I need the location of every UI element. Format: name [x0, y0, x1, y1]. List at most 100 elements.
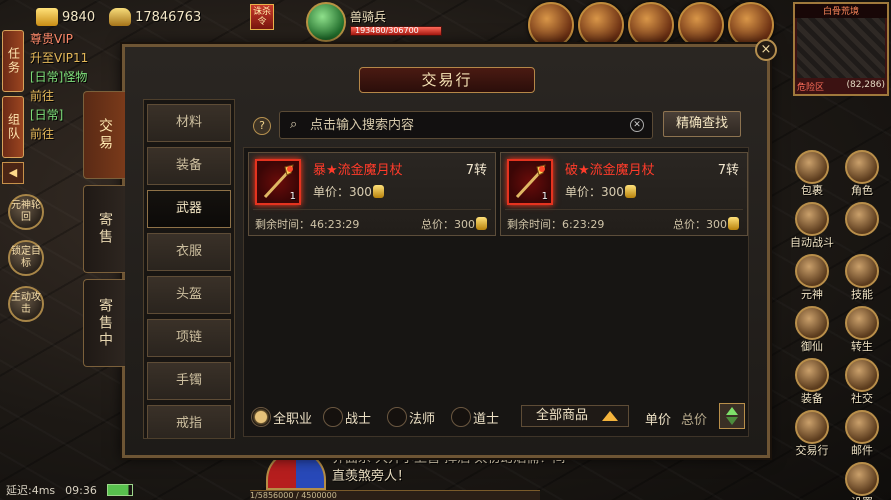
- activity-icon[interactable]: [628, 2, 674, 48]
- auto-attack-button[interactable]: 主动攻击: [8, 286, 44, 322]
- chat-line: 直羡煞旁人！: [332, 469, 411, 484]
- category-necklace[interactable]: 项链: [147, 319, 231, 357]
- activity-icon[interactable]: [678, 2, 724, 48]
- ingot-count: 9840: [62, 9, 96, 25]
- category-helmet[interactable]: 头盔: [147, 276, 231, 314]
- class-filter-taoist[interactable]: 道士: [451, 407, 499, 427]
- listing-card[interactable]: 1 破★流金魔月杖 7转 单价：300 剩余时间：6:23:29 总价：300: [500, 152, 748, 236]
- tab-trade[interactable]: 交易: [83, 91, 125, 179]
- target-avatar: [306, 2, 346, 42]
- clear-icon[interactable]: ✕: [630, 118, 644, 132]
- tab-consign[interactable]: 寄售: [83, 185, 125, 273]
- diamond-icon: [845, 202, 879, 236]
- minimap-title: 白骨荒境: [795, 4, 887, 18]
- soul-button[interactable]: 元神: [787, 254, 837, 302]
- help-icon[interactable]: ?: [253, 117, 271, 135]
- sort-order-button[interactable]: [719, 403, 745, 429]
- lock-target-button[interactable]: 锁定目标: [8, 240, 44, 276]
- unit-price: 单价：300: [313, 183, 384, 200]
- panel-title: 交易行: [359, 67, 535, 93]
- rebirth-icon: [845, 306, 879, 340]
- category-clothes[interactable]: 衣服: [147, 233, 231, 271]
- sort-by-total-price[interactable]: 总价: [681, 409, 707, 428]
- target-hp-text: 193480/306700: [355, 26, 419, 35]
- minimap[interactable]: 白骨荒境 危险区 (82,286): [793, 2, 889, 96]
- extra-menu-button[interactable]: [837, 202, 887, 250]
- right-menu-buttons: 包裹 角色 自动战斗 元神 技能 御仙 转生 装备 社交 交易行 邮件 设置: [787, 150, 887, 500]
- collapse-arrow-icon[interactable]: ◀: [2, 162, 24, 184]
- ingot-coin-icon: [476, 217, 487, 230]
- mail-button[interactable]: 邮件: [837, 410, 887, 458]
- time-left: 剩余时间：46:23:29: [255, 218, 360, 231]
- equipment-icon: [795, 358, 829, 392]
- team-tab[interactable]: 组队: [2, 96, 24, 158]
- unit-price: 单价：300: [565, 183, 636, 200]
- trading-house-button[interactable]: 交易行: [787, 410, 837, 458]
- gold-count: 17846763: [135, 9, 202, 25]
- exact-search-button[interactable]: 精确查找: [663, 111, 741, 137]
- category-equipment[interactable]: 装备: [147, 147, 231, 185]
- sort-by-unit-price[interactable]: 单价: [645, 409, 671, 428]
- item-listing: 1 暴★流金魔月杖 7转 单价：300 剩余时间：46:23:29 总价：300…: [243, 147, 749, 437]
- exp-bar: 1/5856000 / 4500000: [250, 490, 540, 500]
- time-left: 剩余时间：6:23:29: [507, 218, 605, 231]
- target-frame[interactable]: 兽骑兵 193480/306700: [300, 2, 500, 46]
- skill-button[interactable]: 技能: [837, 254, 887, 302]
- social-button[interactable]: 社交: [837, 358, 887, 406]
- product-type-dropdown[interactable]: 全部商品: [521, 405, 629, 427]
- dropdown-arrow-icon: [602, 411, 618, 421]
- immortal-button[interactable]: 御仙: [787, 306, 837, 354]
- soul-reincarnation-button[interactable]: 元神轮回: [8, 194, 44, 230]
- activity-icon[interactable]: [578, 2, 624, 48]
- immortal-icon: [795, 306, 829, 340]
- category-materials[interactable]: 材料: [147, 104, 231, 142]
- rebirth-button[interactable]: 转生: [837, 306, 887, 354]
- radio-checked-icon: [251, 407, 271, 427]
- auto-battle-button[interactable]: 自动战斗: [787, 202, 837, 250]
- category-ring[interactable]: 戒指: [147, 405, 231, 438]
- close-button[interactable]: ×: [755, 39, 777, 61]
- item-name: 暴★流金魔月杖: [313, 163, 403, 178]
- search-input[interactable]: [310, 115, 620, 135]
- left-action-buttons: 元神轮回 锁定目标 主动攻击: [8, 194, 44, 332]
- activity-icon[interactable]: [528, 2, 574, 48]
- quest-item[interactable]: [日常]怪物: [30, 68, 120, 87]
- radio-icon: [387, 407, 407, 427]
- quest-item[interactable]: 升至VIP11: [30, 49, 120, 68]
- category-list: 材料 装备 武器 衣服 头盔 项链 手镯 戒指: [143, 99, 235, 439]
- sort-down-icon: [726, 417, 738, 425]
- filter-bar: 全职业 战士 法师 道士 全部商品 单价 总价: [243, 403, 749, 439]
- item-slot[interactable]: 1: [255, 159, 301, 205]
- task-tab[interactable]: 任务: [2, 30, 24, 92]
- resource-bar: 9840 17846763: [0, 4, 215, 30]
- trading-house-panel: 交易行 × 交易 寄售 寄售中 材料 装备 武器 衣服 头盔 项链 手镯 戒指 …: [83, 39, 777, 458]
- settings-button[interactable]: 设置: [837, 462, 887, 500]
- radio-icon: [323, 407, 343, 427]
- item-name: 破★流金魔月杖: [565, 163, 655, 178]
- target-name: 兽骑兵: [350, 10, 387, 24]
- kill-order-flag[interactable]: 诛杀令: [250, 4, 274, 30]
- class-filter-warrior[interactable]: 战士: [323, 407, 371, 427]
- bag-button[interactable]: 包裹: [787, 150, 837, 198]
- character-button[interactable]: 角色: [837, 150, 887, 198]
- minimap-zone: 危险区: [797, 83, 825, 93]
- class-filter-all[interactable]: 全职业: [251, 407, 312, 427]
- bag-icon: [795, 150, 829, 184]
- equipment-button[interactable]: 装备: [787, 358, 837, 406]
- listing-card[interactable]: 1 暴★流金魔月杖 7转 单价：300 剩余时间：46:23:29 总价：300: [248, 152, 496, 236]
- quest-item[interactable]: 尊贵VIP: [30, 30, 120, 49]
- category-bracelet[interactable]: 手镯: [147, 362, 231, 400]
- tab-consigning[interactable]: 寄售中: [83, 279, 125, 367]
- status-bar: 延迟:4ms 09:36: [0, 480, 170, 500]
- item-quantity: 1: [541, 191, 548, 202]
- minimap-footer: 危险区 (82,286): [797, 80, 885, 93]
- latency-text: 延迟:4ms: [6, 484, 56, 497]
- item-slot[interactable]: 1: [507, 159, 553, 205]
- total-price: 总价：300: [673, 216, 739, 232]
- class-filter-mage[interactable]: 法师: [387, 407, 435, 427]
- radio-icon: [451, 407, 471, 427]
- gold-icon: [109, 8, 132, 26]
- category-weapon[interactable]: 武器: [147, 190, 231, 228]
- minimap-map[interactable]: [797, 18, 885, 78]
